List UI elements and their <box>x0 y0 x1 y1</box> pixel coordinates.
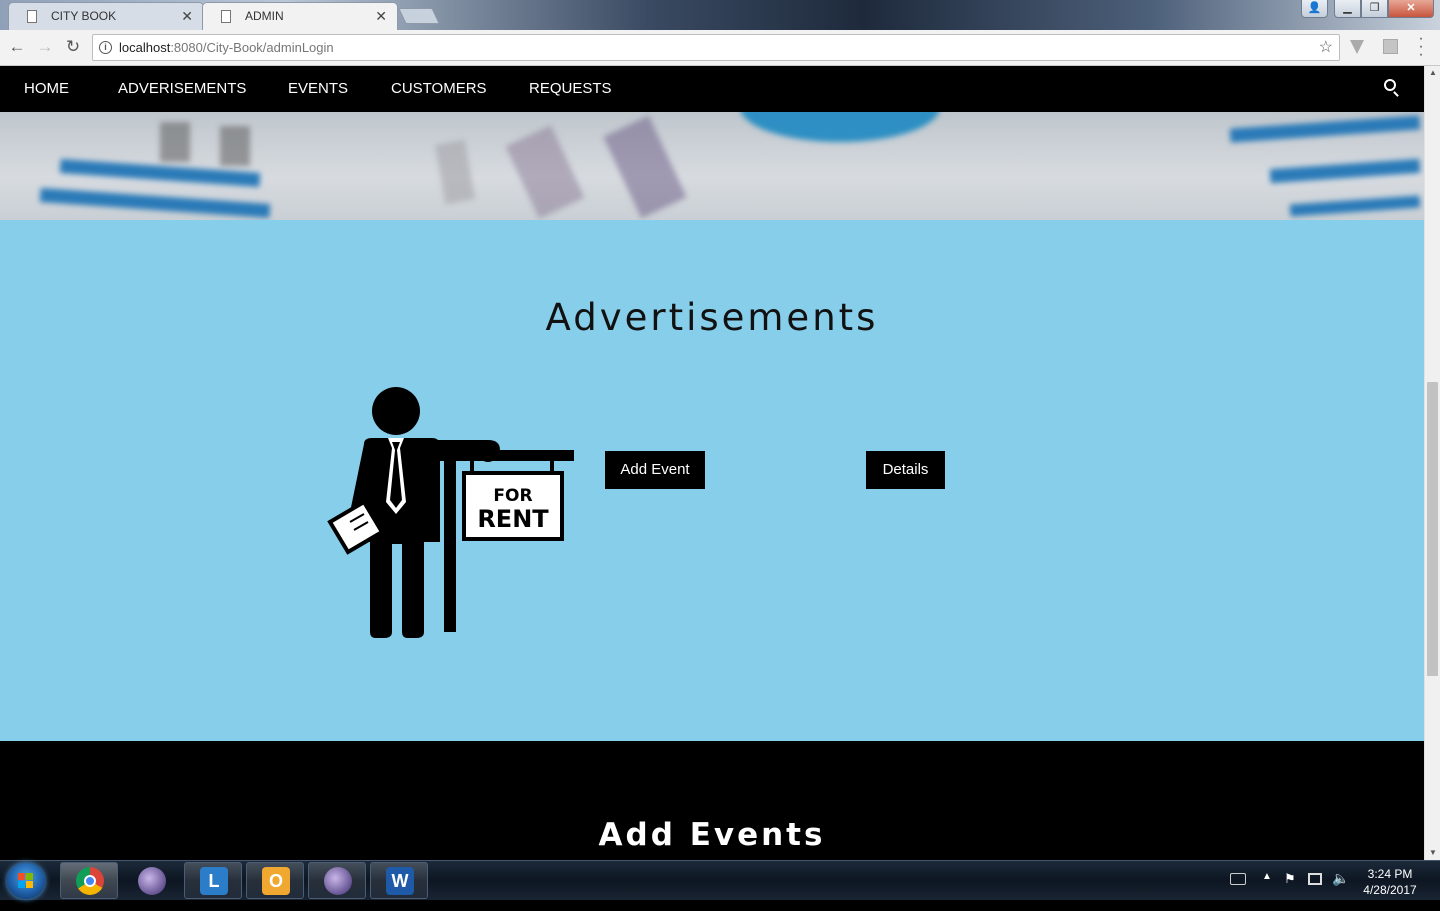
scroll-up-arrow-icon[interactable]: ▲ <box>1425 66 1440 80</box>
page-viewport: HOME ADVERISEMENTS EVENTS CUSTOMERS REQU… <box>0 66 1424 860</box>
add-event-button[interactable]: Add Event <box>605 451 705 489</box>
site-navbar: HOME ADVERISEMENTS EVENTS CUSTOMERS REQU… <box>0 66 1424 112</box>
chrome-menu-icon[interactable]: · · · <box>1414 31 1428 63</box>
action-center-flag-icon[interactable]: ⚑ <box>1284 871 1296 911</box>
page-scrollbar[interactable]: ▲ ▼ <box>1424 66 1440 860</box>
url-host: localhost <box>119 40 171 55</box>
show-hidden-icons-icon[interactable]: ▲ <box>1262 871 1272 911</box>
taskbar-eclipse-1[interactable] <box>122 862 180 899</box>
hero-banner-image <box>0 112 1424 220</box>
browser-tabstrip: CITY BOOK ✕ ADMIN ✕ 👤 ▁ ❐ ✕ <box>0 0 1440 30</box>
scrollbar-thumb[interactable] <box>1427 382 1438 676</box>
volume-icon[interactable]: 🔈 <box>1332 870 1349 910</box>
keyboard-icon[interactable] <box>1230 873 1246 885</box>
windows-logo-icon <box>18 873 34 889</box>
lync-icon: L <box>200 867 228 895</box>
outlook-icon: O <box>262 867 290 895</box>
eclipse-icon <box>324 867 352 895</box>
url-path: :8080/City-Book/adminLogin <box>170 40 334 55</box>
bookmark-star-icon[interactable]: ☆ <box>1319 35 1333 60</box>
tab-label: ADMIN <box>245 9 284 23</box>
eclipse-icon <box>138 867 166 895</box>
start-button[interactable] <box>7 863 45 899</box>
taskbar-chrome[interactable] <box>60 862 118 899</box>
extension-icon[interactable] <box>1350 40 1364 54</box>
clock-date: 4/28/2017 <box>1363 883 1417 897</box>
browser-toolbar: ← → ↻ i localhost:8080/City-Book/adminLo… <box>0 30 1440 66</box>
page-icon <box>221 10 231 23</box>
clock-time: 3:24 PM <box>1367 867 1413 881</box>
new-tab-button[interactable] <box>398 8 440 24</box>
taskbar-word[interactable]: W <box>370 862 428 899</box>
nav-requests[interactable]: REQUESTS <box>529 66 612 112</box>
for-rent-agent-illustration: FOR RENT <box>327 387 574 638</box>
nav-events[interactable]: EVENTS <box>288 66 348 112</box>
windows-taskbar: L O W ▲ ⚑ 🔈 3:24 PM 4/28/2017 <box>0 860 1440 900</box>
tab-admin[interactable]: ADMIN ✕ <box>202 2 398 30</box>
close-tab-icon[interactable]: ✕ <box>375 3 387 29</box>
scroll-down-arrow-icon[interactable]: ▼ <box>1425 846 1440 860</box>
network-icon[interactable] <box>1308 873 1322 885</box>
add-events-section: Add Events <box>0 741 1424 860</box>
close-tab-icon[interactable]: ✕ <box>181 3 193 29</box>
extension-icon[interactable] <box>1383 39 1398 54</box>
taskbar-lync[interactable]: L <box>184 862 242 899</box>
info-icon[interactable]: i <box>99 41 112 54</box>
system-clock[interactable]: 3:24 PM 4/28/2017 <box>1356 866 1424 898</box>
forward-arrow-icon[interactable]: → <box>34 36 56 58</box>
nav-advertisements[interactable]: ADVERISEMENTS <box>118 66 246 112</box>
tab-city-book[interactable]: CITY BOOK ✕ <box>8 2 204 30</box>
section-title: Advertisements <box>545 296 879 339</box>
nav-customers[interactable]: CUSTOMERS <box>391 66 487 112</box>
chrome-icon <box>76 867 104 895</box>
nav-home[interactable]: HOME <box>24 66 69 112</box>
restore-button[interactable]: ❐ <box>1361 0 1388 18</box>
back-arrow-icon[interactable]: ← <box>6 36 28 58</box>
address-bar[interactable]: i localhost:8080/City-Book/adminLogin ☆ <box>92 34 1340 61</box>
sign-text-for: FOR <box>493 486 532 506</box>
advertisements-section: Advertisements FOR RENT Add Event Detail… <box>0 220 1424 741</box>
taskbar-eclipse-2[interactable] <box>308 862 366 899</box>
details-button[interactable]: Details <box>866 451 945 489</box>
user-profile-button[interactable]: 👤 <box>1301 0 1328 18</box>
minimize-button[interactable]: ▁ <box>1334 0 1361 18</box>
sign-text-rent: RENT <box>477 505 549 533</box>
tab-label: CITY BOOK <box>51 9 117 23</box>
search-icon[interactable] <box>1384 79 1396 91</box>
reload-icon[interactable]: ↻ <box>62 36 84 58</box>
close-window-button[interactable]: ✕ <box>1388 0 1434 18</box>
section-title: Add Events <box>598 817 826 853</box>
taskbar-outlook[interactable]: O <box>246 862 304 899</box>
page-icon <box>27 10 37 23</box>
word-icon: W <box>386 867 414 895</box>
